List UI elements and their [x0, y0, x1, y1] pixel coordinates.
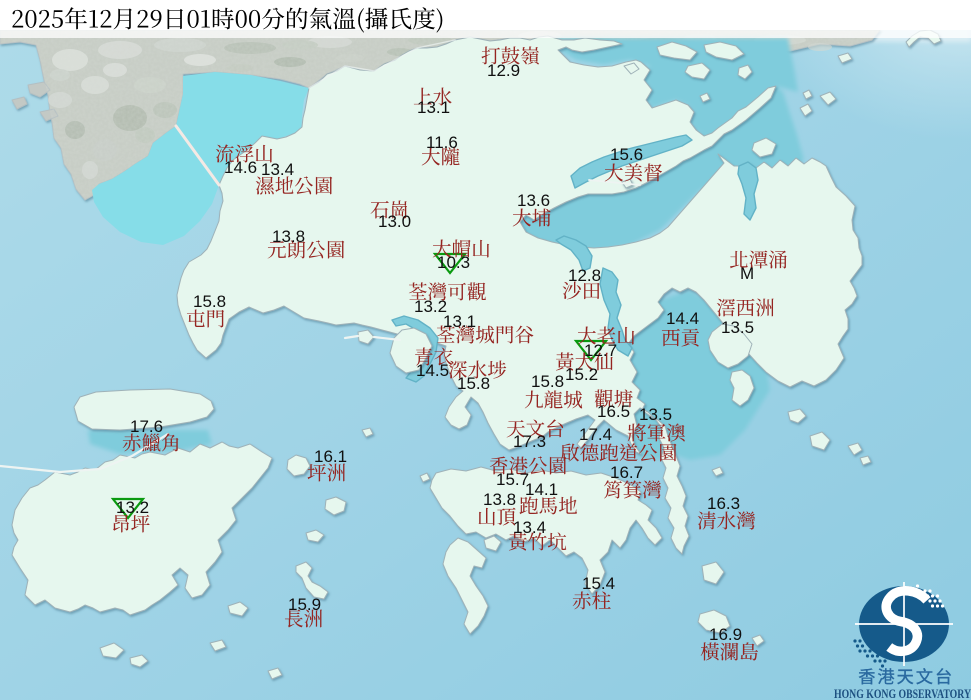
- svg-text:13.0: 13.0: [378, 212, 411, 231]
- svg-text:M: M: [740, 264, 754, 283]
- svg-text:14.4: 14.4: [666, 309, 699, 328]
- svg-text:17.6: 17.6: [130, 417, 163, 436]
- svg-text:15.8: 15.8: [193, 292, 226, 311]
- svg-text:13.5: 13.5: [639, 405, 672, 424]
- svg-text:17.3: 17.3: [513, 432, 546, 451]
- svg-text:13.4: 13.4: [261, 160, 294, 179]
- svg-text:13.8: 13.8: [272, 227, 305, 246]
- svg-text:16.9: 16.9: [709, 625, 742, 644]
- svg-text:12.7: 12.7: [584, 341, 617, 360]
- svg-text:13.1: 13.1: [443, 312, 476, 331]
- svg-text:15.9: 15.9: [288, 595, 321, 614]
- svg-text:14.1: 14.1: [525, 480, 558, 499]
- svg-text:13.5: 13.5: [721, 318, 754, 337]
- svg-text:15.8: 15.8: [457, 374, 490, 393]
- svg-text:12.9: 12.9: [487, 61, 520, 80]
- svg-text:16.7: 16.7: [610, 463, 643, 482]
- svg-text:HONG KONG OBSERVATORY: HONG KONG OBSERVATORY: [834, 686, 971, 700]
- svg-text:13.8: 13.8: [483, 490, 516, 509]
- svg-text:15.6: 15.6: [610, 145, 643, 164]
- svg-text:17.4: 17.4: [579, 425, 612, 444]
- svg-text:13.6: 13.6: [517, 191, 550, 210]
- svg-text:16.3: 16.3: [707, 494, 740, 513]
- svg-text:14.5: 14.5: [416, 361, 449, 380]
- svg-text:11.6: 11.6: [426, 133, 458, 152]
- svg-text:15.4: 15.4: [582, 574, 615, 593]
- svg-text:12.8: 12.8: [568, 266, 601, 285]
- svg-text:14.6: 14.6: [224, 158, 257, 177]
- svg-text:15.2: 15.2: [565, 365, 598, 384]
- svg-text:16.5: 16.5: [597, 402, 630, 421]
- svg-text:13.1: 13.1: [417, 98, 450, 117]
- svg-text:13.2: 13.2: [116, 498, 149, 517]
- svg-text:13.4: 13.4: [513, 518, 546, 537]
- svg-text:16.1: 16.1: [314, 447, 347, 466]
- svg-text:15.8: 15.8: [531, 372, 564, 391]
- svg-text:10.3: 10.3: [437, 253, 470, 272]
